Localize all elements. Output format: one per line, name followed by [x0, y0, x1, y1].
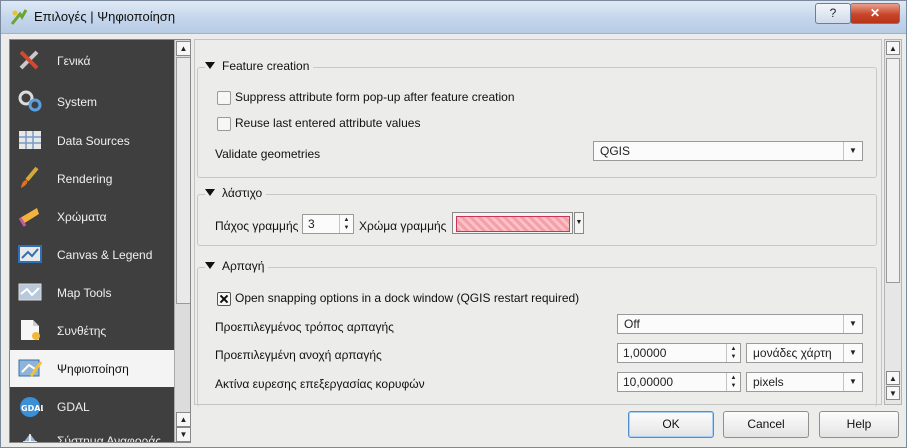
content-scrollbar[interactable]: ▲ ▲ ▼ [884, 39, 902, 405]
select-value: Off [624, 317, 640, 331]
sidebar-item-data-sources[interactable]: Data Sources [10, 122, 174, 159]
gdal-icon: GDAL [20, 397, 43, 417]
sidebar-item-label: Χρώματα [57, 210, 107, 224]
canvas-icon [18, 245, 42, 263]
sidebar-item-general[interactable]: Γενικά [10, 42, 174, 79]
feature-creation-header[interactable]: Feature creation [205, 59, 314, 73]
map-tools-icon [18, 283, 42, 301]
validate-geometries-label: Validate geometries [215, 147, 321, 161]
qgis-logo-icon [10, 9, 28, 25]
help-button[interactable]: Help [819, 411, 899, 438]
search-radius-spinbox[interactable]: 10,00000 ▲ ▼ [617, 372, 741, 392]
line-width-spinbox[interactable]: 3 ▲ ▼ [302, 214, 354, 234]
snap-tolerance-spinbox[interactable]: 1,00000 ▲ ▼ [617, 343, 741, 363]
scroll-up-arrow-icon[interactable]: ▲ [886, 371, 900, 385]
spin-arrows-icon[interactable]: ▲ ▼ [339, 215, 353, 233]
spin-value: 3 [308, 217, 315, 231]
spin-value: 1,00000 [623, 346, 667, 360]
help-title-button[interactable]: ? [815, 3, 851, 24]
select-value: QGIS [600, 144, 631, 158]
suppress-form-checkbox[interactable] [217, 91, 231, 105]
collapse-triangle-icon[interactable] [205, 62, 215, 69]
sidebar-item-digitizing[interactable]: Ψηφιοποίηση [10, 350, 174, 387]
group-title: λάστιχο [222, 186, 263, 200]
chevron-down-icon: ▼ [843, 142, 862, 160]
sidebar-item-colors[interactable]: Χρώματα [10, 198, 174, 235]
sidebar-item-label: Canvas & Legend [57, 248, 153, 262]
sidebar-item-label: Data Sources [57, 134, 130, 148]
group-title: Αρπαγή [222, 259, 265, 273]
table-icon [19, 131, 41, 149]
scroll-up-arrow-icon[interactable]: ▲ [886, 41, 900, 55]
digitizing-icon [18, 359, 43, 377]
sidebar-item-label: Σύστημα Αναφοράς [57, 434, 162, 443]
ok-button[interactable]: OK [628, 411, 714, 438]
dock-window-checkbox[interactable] [217, 292, 231, 306]
spin-arrows-icon[interactable]: ▲ ▼ [726, 373, 740, 391]
sidebar-item-label: Γενικά [57, 54, 91, 68]
spin-arrows-icon[interactable]: ▲ ▼ [726, 344, 740, 362]
default-snap-mode-label: Προεπιλεγμένος τρόπος αρπαγής [215, 320, 394, 334]
sidebar-item-map-tools[interactable]: Map Tools [10, 274, 174, 311]
brush-icon [21, 166, 39, 188]
color-menu-arrow-icon[interactable]: ▼ [574, 212, 584, 234]
sidebar-item-system[interactable]: System [10, 83, 174, 120]
crs-icon [23, 434, 37, 442]
sidebar-item-label: Συνθέτης [57, 324, 107, 338]
scroll-up-arrow-icon[interactable]: ▲ [176, 412, 190, 427]
content-scroll-thumb[interactable] [886, 58, 900, 283]
search-radius-label: Ακτίνα ευρεσης επεξεργασίας κορυφών [215, 377, 425, 391]
scroll-up-arrow-icon[interactable]: ▲ [176, 41, 190, 56]
sidebar-item-label: System [57, 95, 98, 109]
palette-icon [18, 208, 39, 227]
spin-value: 10,00000 [623, 375, 674, 389]
snapping-header[interactable]: Αρπαγή [205, 259, 269, 273]
sidebar-item-label: Map Tools [57, 286, 112, 300]
chevron-down-icon: ▼ [843, 315, 862, 333]
default-snap-mode-select[interactable]: Off ▼ [617, 314, 863, 334]
scroll-down-arrow-icon[interactable]: ▼ [886, 386, 900, 400]
sidebar-item-crs[interactable]: Σύστημα Αναφοράς [10, 422, 174, 443]
snap-tolerance-label: Προεπιλεγμένη ανοχή αρπαγής [215, 348, 382, 362]
sidebar-item-canvas-legend[interactable]: Canvas & Legend [10, 236, 174, 273]
validate-geometries-select[interactable]: QGIS ▼ [593, 141, 863, 161]
select-value: μονάδες χάρτη [753, 346, 832, 360]
sidebar-scroll-thumb[interactable] [176, 57, 190, 304]
options-sidebar: Γενικά System Data Sources Rendering Χρώ… [9, 39, 191, 443]
sidebar-item-label: Ψηφιοποίηση [57, 362, 129, 376]
color-swatch [456, 216, 570, 232]
sidebar-item-composer[interactable]: Συνθέτης [10, 312, 174, 349]
options-dialog: Επιλογές | Ψηφιοποίηση ? ✕ Γενικά System… [0, 0, 907, 448]
gears-icon [18, 90, 42, 112]
sidebar-item-gdal[interactable]: GDAL GDAL [10, 388, 174, 425]
search-radius-units-select[interactable]: pixels ▼ [746, 372, 863, 392]
select-value: pixels [753, 375, 784, 389]
reuse-values-label: Reuse last entered attribute values [235, 116, 421, 130]
sidebar-item-rendering[interactable]: Rendering [10, 160, 174, 197]
sidebar-item-label: GDAL [57, 400, 90, 414]
svg-text:GDAL: GDAL [21, 404, 43, 413]
sidebar-scrollbar[interactable]: ▲ ▲ ▼ [174, 40, 190, 442]
chevron-down-icon: ▼ [843, 344, 862, 362]
line-color-label: Χρώμα γραμμής [359, 219, 447, 233]
rubberband-header[interactable]: λάστιχο [205, 186, 267, 200]
collapse-triangle-icon[interactable] [205, 262, 215, 269]
collapse-triangle-icon[interactable] [205, 189, 215, 196]
sidebar-item-label: Rendering [57, 172, 113, 186]
composer-icon [21, 320, 40, 340]
scroll-down-arrow-icon[interactable]: ▼ [176, 427, 190, 442]
chevron-down-icon: ▼ [843, 373, 862, 391]
tools-icon [19, 50, 39, 70]
dock-window-label: Open snapping options in a dock window (… [235, 291, 580, 305]
window-title: Επιλογές | Ψηφιοποίηση [34, 9, 176, 24]
suppress-form-label: Suppress attribute form pop-up after fea… [235, 90, 515, 104]
line-color-button[interactable] [452, 212, 573, 234]
group-title: Feature creation [222, 59, 310, 73]
title-bar: Επιλογές | Ψηφιοποίηση ? ✕ [1, 1, 906, 34]
line-width-label: Πάχος γραμμής [215, 219, 299, 233]
close-button[interactable]: ✕ [850, 3, 900, 24]
cancel-button[interactable]: Cancel [723, 411, 809, 438]
snap-tolerance-units-select[interactable]: μονάδες χάρτη ▼ [746, 343, 863, 363]
reuse-values-checkbox[interactable] [217, 117, 231, 131]
